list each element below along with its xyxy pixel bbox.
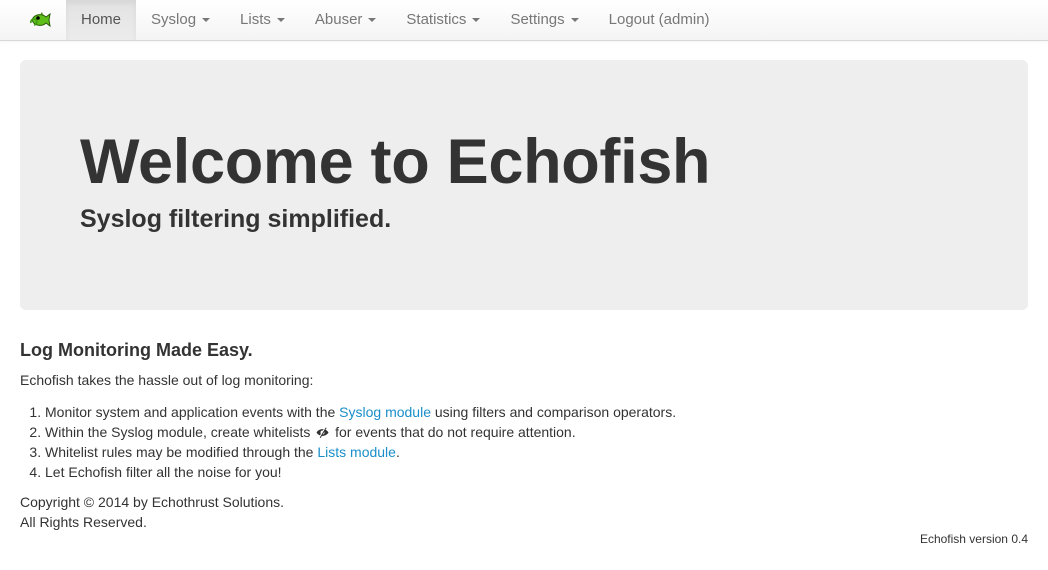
nav-label: Syslog <box>151 11 197 28</box>
list-item: Whitelist rules may be modified through … <box>45 442 1028 462</box>
list-item: Let Echofish filter all the noise for yo… <box>45 462 1028 482</box>
nav-label: Home <box>81 11 122 28</box>
caret-down-icon <box>570 18 579 22</box>
step-text: Whitelist rules may be modified through … <box>45 444 318 460</box>
nav-item-statistics[interactable]: Statistics <box>391 0 495 40</box>
nav-item-logout[interactable]: Logout (admin) <box>594 0 725 40</box>
main-nav: Home Syslog Lists Abuser Statistics Sett… <box>66 0 725 40</box>
version-label: Echofish version 0.4 <box>919 532 1028 546</box>
brand-logo-link[interactable] <box>15 0 65 40</box>
list-item: Within the Syslog module, create whiteli… <box>45 422 1028 442</box>
nav-label: Abuser <box>314 11 363 28</box>
nav-label: Statistics <box>406 11 467 28</box>
echofish-logo-icon <box>30 12 51 28</box>
nav-label: Settings <box>510 11 565 28</box>
step-text: for events that do not require attention… <box>331 424 576 440</box>
copyright-line: Copyright © 2014 by Echothrust Solutions… <box>20 494 285 510</box>
main-content: Log Monitoring Made Easy. Echofish takes… <box>20 338 1028 532</box>
welcome-title: Welcome to Echofish <box>80 127 711 197</box>
steps-list: Monitor system and application events wi… <box>20 402 1028 482</box>
welcome-subtitle: Syslog filtering simplified. <box>80 205 392 233</box>
nav-label: Logout (admin) <box>608 11 710 28</box>
nav-item-lists[interactable]: Lists <box>225 0 300 40</box>
step-text: Let Echofish filter all the noise for yo… <box>45 464 282 480</box>
nav-label: Lists <box>240 11 271 28</box>
caret-down-icon <box>472 18 481 22</box>
caret-down-icon <box>276 18 285 22</box>
nav-item-settings[interactable]: Settings <box>495 0 593 40</box>
welcome-jumbotron: Welcome to Echofish Syslog filtering sim… <box>20 60 1028 310</box>
caret-down-icon <box>368 18 377 22</box>
nav-item-home[interactable]: Home <box>66 0 137 40</box>
eye-slash-icon <box>316 427 329 438</box>
nav-item-abuser[interactable]: Abuser <box>300 0 392 40</box>
rights-line: All Rights Reserved. <box>20 514 147 530</box>
step-text: . <box>395 444 400 460</box>
list-item: Monitor system and application events wi… <box>45 402 1028 422</box>
step-text: Within the Syslog module, create whiteli… <box>45 424 315 440</box>
intro-text: Echofish takes the hassle out of log mon… <box>20 372 314 388</box>
lists-module-link[interactable]: Lists module <box>317 444 396 460</box>
section-heading: Log Monitoring Made Easy. <box>20 340 253 360</box>
nav-item-syslog[interactable]: Syslog <box>136 0 225 40</box>
caret-down-icon <box>202 18 211 22</box>
step-text: using filters and comparison operators. <box>430 404 677 420</box>
step-text: Monitor system and application events wi… <box>45 404 340 420</box>
syslog-module-link[interactable]: Syslog module <box>339 404 431 420</box>
top-navbar: Home Syslog Lists Abuser Statistics Sett… <box>0 0 1048 41</box>
